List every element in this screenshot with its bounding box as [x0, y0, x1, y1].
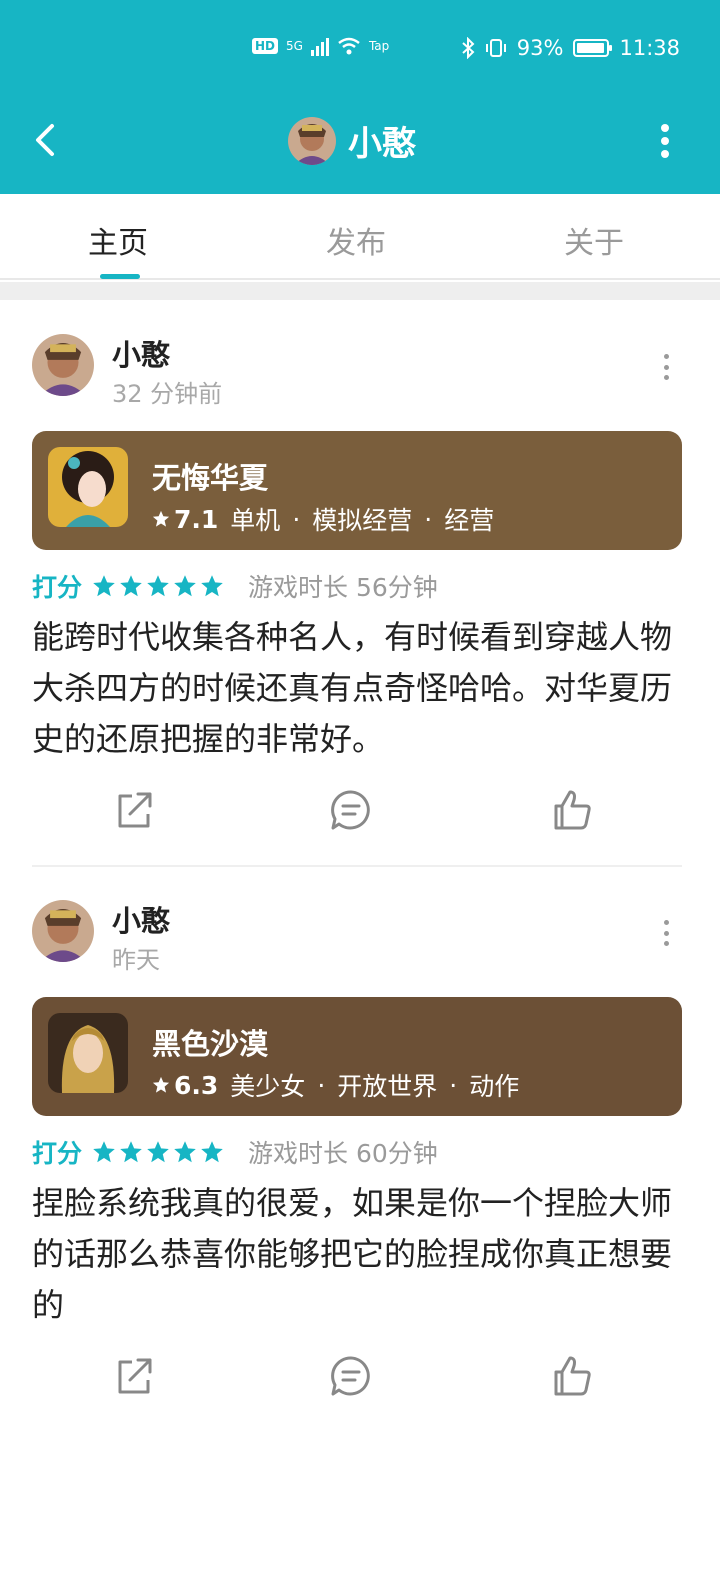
- game-tag: 经营: [444, 506, 495, 535]
- tab-posts[interactable]: 发布: [276, 218, 436, 262]
- avatar[interactable]: [288, 116, 336, 165]
- game-score: 6.3: [152, 1071, 218, 1100]
- comment-icon[interactable]: [329, 788, 373, 832]
- author-name[interactable]: 小憨: [112, 898, 170, 940]
- avatar[interactable]: [32, 334, 94, 396]
- game-tag: 动作: [469, 1072, 520, 1101]
- game-icon: [48, 1013, 128, 1093]
- profile-tabs: 主页 发布 关于: [0, 194, 720, 280]
- section-divider: [0, 282, 720, 300]
- tag-separator: ·: [424, 504, 433, 534]
- post-more-icon[interactable]: [664, 920, 670, 946]
- playtime: 游戏时长 60分钟: [248, 1139, 438, 1168]
- avatar[interactable]: [32, 900, 94, 962]
- star-rating: [92, 574, 224, 598]
- game-name: 黑色沙漠: [152, 1027, 269, 1061]
- share-icon[interactable]: [112, 788, 156, 832]
- star-icon: [120, 1141, 142, 1163]
- review-text[interactable]: 捏脸系统我真的很爱，如果是你一个捏脸大师的话那么恭喜你能够把它的脸捏成你真正想要…: [32, 1178, 672, 1331]
- star-icon: [174, 575, 196, 597]
- star-icon: [201, 1141, 223, 1163]
- app-header: HD 5G Tap 93% 11:38 小憨: [0, 0, 720, 194]
- profile-title: 小憨: [288, 116, 416, 165]
- author-name[interactable]: 小憨: [112, 332, 170, 374]
- star-icon: [174, 1141, 196, 1163]
- post-divider: [32, 865, 682, 867]
- game-meta: 7.1 单机 · 模拟经营 · 经营: [152, 501, 494, 537]
- star-icon: [152, 1076, 170, 1093]
- like-icon[interactable]: [550, 1354, 594, 1398]
- bluetooth-icon: [462, 37, 475, 59]
- tag-separator: ·: [292, 504, 301, 534]
- game-score: 7.1: [152, 505, 218, 534]
- star-icon: [147, 1141, 169, 1163]
- game-card[interactable]: 无悔华夏 7.1 单机 · 模拟经营 · 经营: [32, 431, 682, 550]
- game-tag: 开放世界: [337, 1072, 438, 1101]
- tag-separator: ·: [449, 1070, 458, 1100]
- post-more-icon[interactable]: [664, 354, 670, 380]
- rating-row: 打分 游戏时长 60分钟: [32, 1134, 438, 1170]
- game-name: 无悔华夏: [152, 461, 269, 495]
- rating-label: 打分: [32, 573, 83, 602]
- wifi-label: Tap: [368, 39, 390, 53]
- star-rating: [92, 1140, 224, 1164]
- game-tag: 美少女: [230, 1072, 306, 1101]
- star-icon: [93, 1141, 115, 1163]
- score-value: 7.1: [174, 504, 219, 534]
- clock: 11:38: [619, 36, 680, 60]
- tag-separator: ·: [317, 1070, 326, 1100]
- game-tag: 模拟经营: [312, 506, 413, 535]
- post-time: 昨天: [112, 946, 160, 974]
- post-actions: [0, 788, 720, 838]
- back-arrow-icon[interactable]: [30, 120, 60, 160]
- star-icon: [93, 575, 115, 597]
- playtime: 游戏时长 56分钟: [248, 573, 438, 602]
- star-icon: [147, 575, 169, 597]
- more-options-icon[interactable]: [660, 124, 670, 158]
- game-meta: 6.3 美少女 · 开放世界 · 动作: [152, 1067, 519, 1103]
- rating-label: 打分: [32, 1139, 83, 1168]
- nav-bar: 小憨: [0, 108, 720, 172]
- review-text[interactable]: 能跨时代收集各种名人，有时候看到穿越人物大杀四方的时候还真有点奇怪哈哈。对华夏历…: [32, 612, 672, 765]
- battery-percent: 93%: [516, 36, 564, 60]
- battery-icon: [573, 39, 613, 57]
- rating-row: 打分 游戏时长 56分钟: [32, 568, 438, 604]
- share-icon[interactable]: [112, 1354, 156, 1398]
- active-tab-indicator: [100, 274, 140, 279]
- game-icon: [48, 447, 128, 527]
- signal-icon: [310, 36, 329, 56]
- star-icon: [120, 575, 142, 597]
- like-icon[interactable]: [550, 788, 594, 832]
- game-card[interactable]: 黑色沙漠 6.3 美少女 · 开放世界 · 动作: [32, 997, 682, 1116]
- star-icon: [201, 575, 223, 597]
- score-value: 6.3: [174, 1070, 219, 1100]
- star-icon: [152, 510, 170, 527]
- network-type: 5G: [286, 39, 303, 53]
- wifi-icon: [338, 37, 360, 55]
- page-title: 小憨: [348, 124, 416, 164]
- post-actions: [0, 1354, 720, 1404]
- hd-badge: HD: [252, 38, 279, 54]
- tab-home[interactable]: 主页: [38, 218, 198, 262]
- game-tag: 单机: [230, 506, 281, 535]
- comment-icon[interactable]: [329, 1354, 373, 1398]
- vibrate-icon: [485, 39, 506, 57]
- status-bar: HD 5G Tap 93% 11:38: [0, 34, 720, 70]
- post-time: 32 分钟前: [112, 380, 223, 408]
- tab-about[interactable]: 关于: [514, 218, 674, 262]
